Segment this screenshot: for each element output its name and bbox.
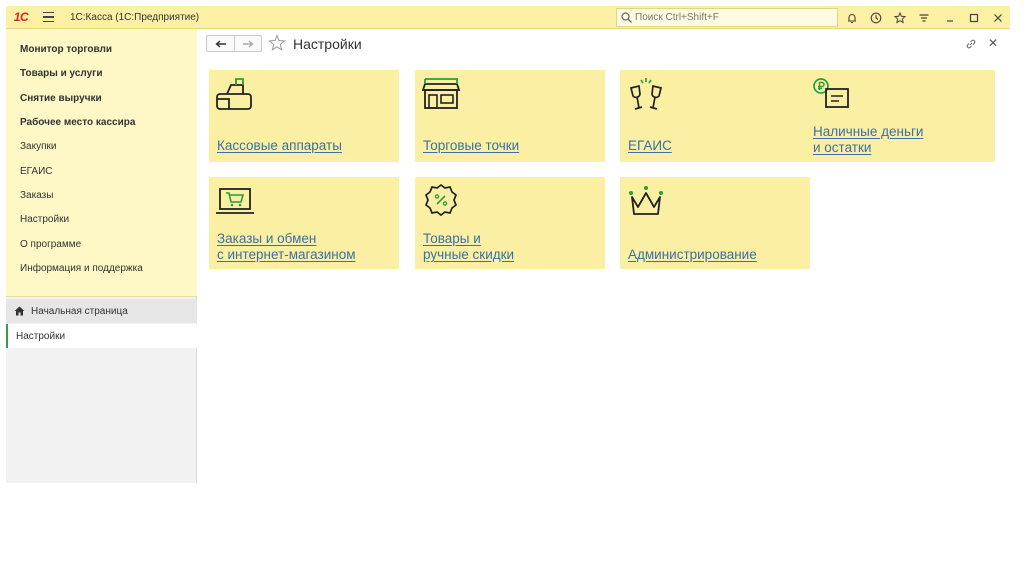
title-bar: 1С 1С:Касса (1С:Предприятие): [6, 6, 1010, 29]
filter-settings-icon[interactable]: [912, 6, 936, 29]
search-icon: [621, 12, 632, 23]
section-settings[interactable]: Настройки: [20, 214, 69, 225]
tile-cash-balances[interactable]: Наличные деньги и остатки: [805, 70, 995, 162]
history-current-label: Настройки: [16, 330, 66, 342]
sections-panel: Монитор торговли Товары и услуги Снятие …: [6, 29, 197, 297]
section-info-support[interactable]: Информация и поддержка: [20, 263, 143, 274]
section-orders[interactable]: Заказы: [20, 190, 53, 201]
history-home-page[interactable]: Начальная страница: [6, 299, 197, 323]
section-monitor[interactable]: Монитор торговли: [20, 44, 112, 55]
tile-label-line1: Товары и: [423, 231, 481, 246]
add-favorite-star-icon[interactable]: [268, 34, 286, 57]
tile-orders-exchange[interactable]: Заказы и обмен с интернет-магазином: [209, 177, 399, 269]
app-title: 1С:Касса (1С:Предприятие): [70, 11, 200, 23]
tile-label: Кассовые аппараты: [217, 138, 342, 153]
tile-label-line2: с интернет-магазином: [217, 247, 356, 262]
maximize-icon[interactable]: [962, 6, 986, 29]
forward-arrow-icon[interactable]: [234, 36, 261, 51]
tile-stores[interactable]: Торговые точки: [415, 70, 605, 162]
back-arrow-icon[interactable]: [207, 36, 234, 51]
tile-label: Администрирование: [628, 247, 757, 262]
history-clock-icon[interactable]: [864, 6, 888, 29]
main-content: Настройки ✕ Кассовые аппараты Торговые т…: [197, 29, 1010, 483]
tile-label-line1: Наличные деньги: [813, 124, 924, 139]
favorites-star-icon[interactable]: [888, 6, 912, 29]
main-menu-icon[interactable]: [36, 6, 60, 29]
ruble-box-icon: [813, 78, 849, 108]
close-window-icon[interactable]: [986, 6, 1010, 29]
tile-label-line2: ручные скидки: [423, 247, 515, 262]
wine-glasses-icon: [629, 78, 663, 110]
app-window: 1С 1С:Касса (1С:Предприятие) Поиск Ctrl+…: [6, 6, 1010, 483]
tile-label: ЕГАИС: [628, 138, 672, 153]
tile-label-line1: Заказы и обмен: [217, 231, 317, 246]
home-icon: [14, 306, 25, 316]
close-page-icon[interactable]: ✕: [988, 36, 998, 50]
search-input[interactable]: [635, 12, 825, 23]
history-home-label: Начальная страница: [31, 305, 128, 317]
section-cash-withdrawal[interactable]: Снятие выручки: [20, 93, 102, 104]
cash-register-icon: [216, 78, 252, 110]
navigation-buttons: [206, 35, 262, 52]
laptop-cart-icon: [216, 188, 254, 214]
tile-label: Торговые точки: [423, 138, 520, 153]
tile-egais[interactable]: ЕГАИС: [620, 70, 810, 162]
notifications-bell-icon[interactable]: [840, 6, 864, 29]
tile-label-line2: и остатки: [813, 140, 872, 155]
section-cashier-workplace[interactable]: Рабочее место кассира: [20, 117, 135, 128]
section-about[interactable]: О программе: [20, 239, 81, 250]
app-logo: 1С: [13, 10, 29, 24]
tile-administration[interactable]: Администрирование: [620, 177, 810, 269]
discount-badge-icon: [424, 183, 458, 217]
store-icon: [421, 78, 461, 109]
section-purchases[interactable]: Закупки: [20, 141, 56, 152]
minimize-icon[interactable]: [938, 6, 962, 29]
history-current-page[interactable]: Настройки: [6, 324, 197, 348]
crown-icon: [629, 186, 663, 215]
tile-goods-discounts[interactable]: Товары и ручные скидки: [415, 177, 605, 269]
tile-cash-registers[interactable]: Кассовые аппараты: [209, 70, 399, 162]
search-box[interactable]: [616, 8, 838, 27]
section-egais[interactable]: ЕГАИС: [20, 166, 53, 177]
link-icon[interactable]: [965, 37, 977, 55]
sidebar: Монитор торговли Товары и услуги Снятие …: [6, 29, 197, 483]
page-title: Настройки: [293, 36, 362, 52]
section-goods[interactable]: Товары и услуги: [20, 68, 103, 79]
